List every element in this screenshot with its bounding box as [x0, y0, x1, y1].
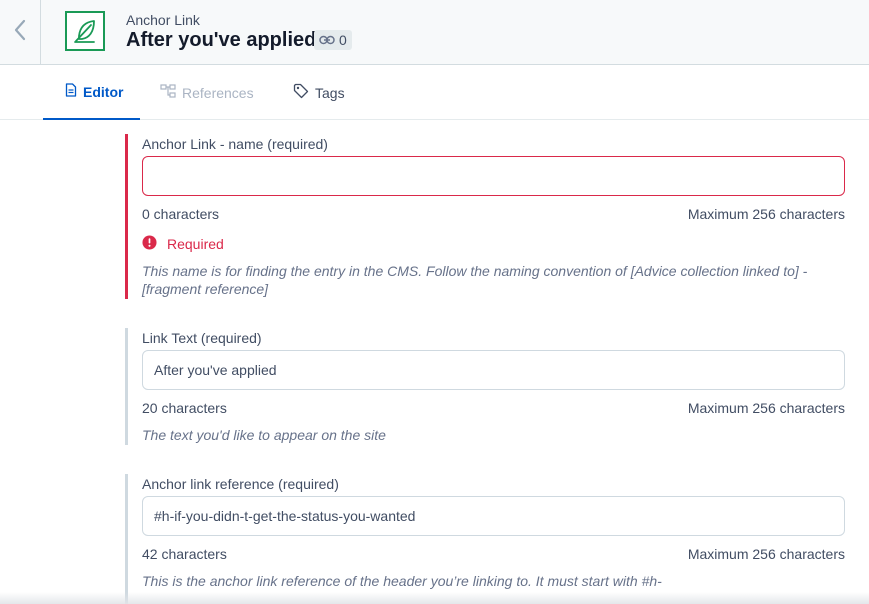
anchor-link-reference-input[interactable]: [142, 496, 845, 536]
link-icon: [319, 32, 335, 48]
field-label: Anchor Link - name (required): [142, 136, 328, 152]
reference-count: 0: [339, 32, 347, 48]
references-icon: [160, 84, 176, 101]
error-circle-icon: [142, 235, 157, 253]
field-link-text: Link Text (required) 20 characters Maxim…: [125, 328, 845, 445]
max-characters: Maximum 256 characters: [687, 546, 845, 562]
field-anchor-link-name: Anchor Link - name (required) 0 characte…: [125, 134, 845, 299]
help-text: The text you'd like to appear on the sit…: [142, 427, 386, 443]
character-counter: 0 characters Maximum 256 characters: [142, 205, 845, 223]
character-count: 0 characters: [142, 206, 220, 222]
feather-icon: [65, 11, 105, 51]
field-label: Link Text (required): [142, 330, 262, 346]
tab-references-label: References: [182, 84, 254, 101]
scroll-fade: [0, 592, 869, 604]
error-message: Required: [167, 236, 224, 252]
max-characters: Maximum 256 characters: [687, 206, 845, 222]
references-badge[interactable]: 0: [314, 30, 352, 50]
content-type-label: Anchor Link: [126, 12, 200, 28]
tab-tags-label: Tags: [315, 84, 345, 101]
field-anchor-link-reference: Anchor link reference (required) 42 char…: [125, 474, 845, 604]
tab-editor[interactable]: Editor: [43, 65, 140, 120]
max-characters: Maximum 256 characters: [687, 400, 845, 416]
document-icon: [65, 83, 77, 100]
validation-error: Required: [142, 235, 845, 253]
tab-references[interactable]: References: [160, 65, 254, 120]
link-text-input[interactable]: [142, 350, 845, 390]
back-button[interactable]: [0, 0, 41, 64]
tag-icon: [293, 83, 309, 102]
page-title: After you've applied: [126, 29, 317, 51]
character-counter: 42 characters Maximum 256 characters: [142, 545, 845, 563]
tab-tags[interactable]: Tags: [293, 65, 345, 120]
chevron-left-icon: [13, 19, 27, 46]
tab-bar: Editor References Tags: [0, 65, 869, 120]
help-text: This is the anchor link reference of the…: [142, 573, 662, 589]
help-text: This name is for finding the entry in th…: [142, 263, 808, 297]
field-label: Anchor link reference (required): [142, 476, 339, 492]
character-counter: 20 characters Maximum 256 characters: [142, 399, 845, 417]
character-count: 42 characters: [142, 546, 227, 562]
character-count: 20 characters: [142, 400, 227, 416]
tab-editor-label: Editor: [83, 83, 124, 100]
anchor-link-name-input[interactable]: [142, 156, 845, 196]
entry-header: Anchor Link After you've applied 0: [0, 0, 869, 65]
